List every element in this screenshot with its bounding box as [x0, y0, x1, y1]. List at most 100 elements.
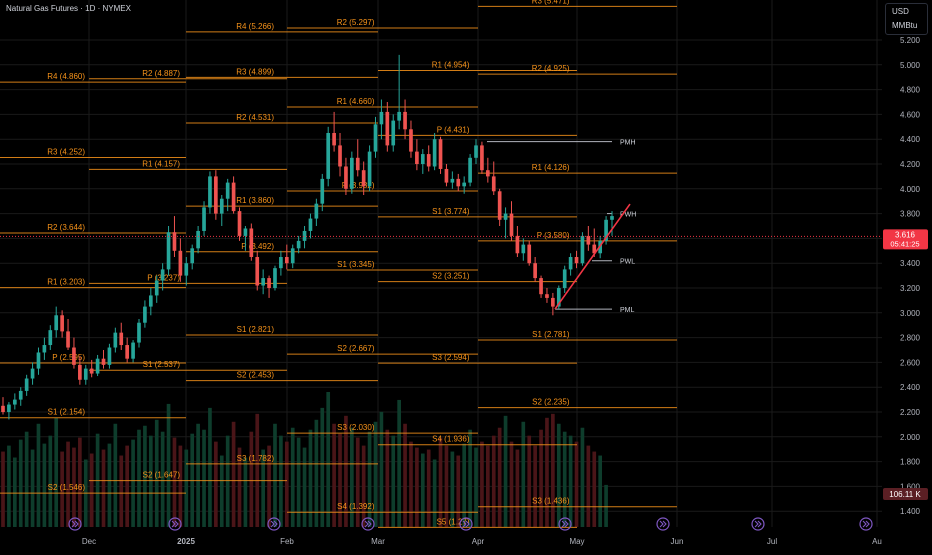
candle-body	[225, 182, 230, 199]
volume-bar	[604, 484, 608, 527]
candle-body	[231, 182, 236, 212]
volume-bar	[137, 429, 141, 527]
candle-body	[373, 124, 378, 152]
currency-unit[interactable]: USD	[892, 7, 909, 16]
candle-body	[521, 244, 526, 254]
candle-body	[261, 278, 265, 286]
candle-body	[308, 218, 313, 231]
candle-body	[190, 248, 195, 264]
y-tick-label: 4.200	[900, 160, 921, 169]
x-tick-label: Feb	[280, 537, 294, 546]
candle-body	[30, 368, 35, 379]
pivot-label: S1 (2.821)	[237, 325, 275, 334]
candle-body	[107, 347, 112, 365]
volume-bar	[462, 443, 467, 527]
candle-body	[196, 230, 200, 249]
volume-bar	[332, 423, 336, 527]
volume-bar	[438, 437, 443, 527]
x-tick-label: 2025	[177, 537, 195, 546]
volume-bar	[444, 445, 449, 527]
trend-line-segment	[554, 203, 631, 310]
candle-body	[314, 203, 319, 219]
volume-bar	[527, 435, 532, 527]
y-tick-label: 1.400	[900, 507, 921, 516]
candle-body	[137, 322, 141, 343]
candle-body	[202, 207, 206, 231]
volume-bar	[521, 421, 526, 527]
volume-bar	[54, 417, 59, 527]
pivot-label: P (3.580)	[537, 231, 570, 240]
volume-bar	[314, 419, 319, 527]
y-tick-label: 3.800	[900, 210, 921, 219]
volume-bar	[409, 441, 413, 527]
pivot-label: S1 (3.774)	[432, 207, 470, 216]
pivot-label: S2 (1.546)	[48, 483, 86, 492]
volume-bar	[592, 451, 597, 527]
price-axis[interactable]: 5.200 5.000 4.800 4.600 4.400 4.200 4.000 3.800…	[900, 36, 921, 516]
last-price-text: 3.616	[895, 230, 916, 239]
candle-body	[610, 216, 614, 220]
volume-bar	[119, 455, 124, 527]
candle-body	[462, 182, 467, 187]
volume-bar	[107, 443, 112, 527]
trend-line[interactable]	[554, 203, 631, 310]
pivot-label: R1 (4.954)	[432, 61, 470, 70]
pivot-label: S1 (2.537)	[143, 360, 181, 369]
pivot-label: R2 (4.887)	[142, 69, 180, 78]
pivot-label: R1 (4.660)	[337, 97, 375, 106]
volume-bar	[320, 407, 325, 527]
volume-bar	[89, 453, 94, 527]
volume-bar	[580, 427, 585, 527]
y-tick-label: 2.400	[900, 383, 921, 392]
x-tick-label: May	[569, 537, 584, 546]
candle-body	[568, 257, 573, 270]
volume-bar	[48, 435, 53, 527]
pivot-label: S1 (2.781)	[532, 330, 570, 339]
candle-body	[249, 228, 254, 257]
volume-bar	[243, 457, 248, 527]
pivot-label: S4 (1.936)	[432, 435, 470, 444]
volume-bar	[12, 457, 17, 527]
price-chart[interactable]: R4 (4.860) R3 (4.252) R2 (3.644) R1 (3.203)…	[0, 0, 932, 550]
unit-selector[interactable]: USD MMBtu	[885, 3, 928, 35]
volume-bar	[545, 417, 549, 527]
candle-body	[101, 358, 106, 365]
candle-body	[178, 250, 183, 276]
pivot-label: R1 (3.203)	[47, 278, 85, 287]
candle-body	[131, 342, 135, 359]
candle-body	[83, 368, 88, 380]
chart-title: Natural Gas Futures · 1D · NYMEX	[6, 4, 131, 13]
x-tick-label: Apr	[472, 537, 485, 546]
volume-bar	[279, 435, 283, 527]
volume-bar	[373, 421, 378, 527]
volume-bar	[101, 449, 106, 527]
candle-body	[580, 235, 585, 264]
volume-bar	[296, 437, 301, 527]
volume-bar	[574, 441, 579, 527]
quantity-unit[interactable]: MMBtu	[892, 21, 917, 30]
candle-body	[48, 330, 53, 346]
candles	[1, 54, 614, 420]
candle-body	[320, 178, 325, 204]
volume-bar	[214, 441, 218, 527]
candle-body	[267, 278, 271, 288]
volume-bar	[172, 437, 177, 527]
pivot-label: P (4.431)	[437, 125, 470, 134]
volume-bar	[326, 392, 331, 527]
candle-body	[24, 378, 29, 391]
volume-bar	[273, 423, 277, 527]
x-tick-label: Au	[872, 537, 882, 546]
y-tick-label: 2.000	[900, 433, 921, 442]
volume-bar	[36, 423, 41, 527]
candle-body	[113, 332, 118, 348]
volume-bar	[562, 431, 567, 527]
candle-body	[397, 111, 401, 121]
candle-body	[420, 154, 425, 164]
y-tick-label: 1.800	[900, 458, 921, 467]
candle-body	[255, 257, 260, 286]
candle-body	[367, 151, 372, 187]
candle-body	[12, 399, 17, 405]
volume-bar	[480, 441, 484, 527]
volume-bar	[302, 447, 307, 527]
candle-body	[237, 211, 242, 236]
